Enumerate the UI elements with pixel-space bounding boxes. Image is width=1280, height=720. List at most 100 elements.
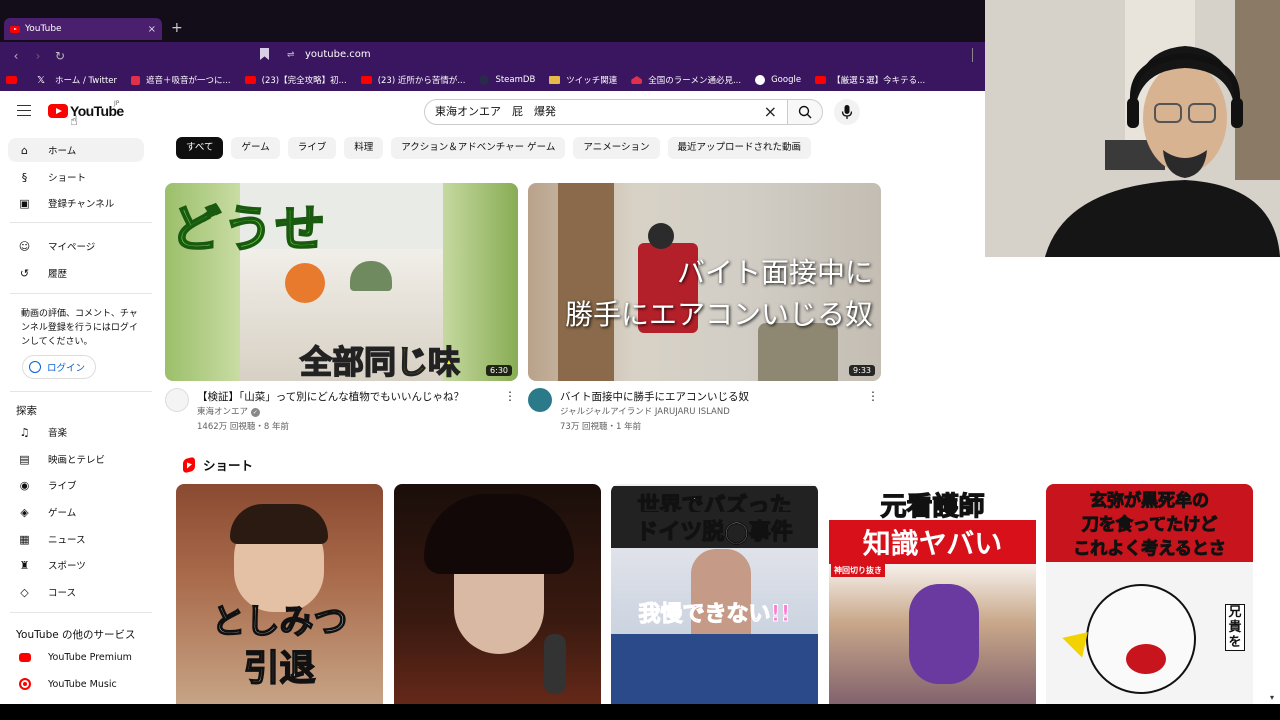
shorts-section-heading: ショート xyxy=(183,455,253,474)
channel-avatar[interactable] xyxy=(528,388,552,412)
more-services-heading: YouTube の他のサービス xyxy=(16,629,136,641)
short-card[interactable]: としみつ 引退 xyxy=(176,484,383,704)
search-query: 東海オンエア 屁 爆発 xyxy=(435,105,556,118)
back-icon[interactable]: ‹ xyxy=(10,49,22,63)
clear-search-icon[interactable]: × xyxy=(764,102,777,121)
bookmark-item[interactable]: Google xyxy=(755,75,801,85)
sidebar-item-news[interactable]: ▦ ニュース xyxy=(8,527,144,551)
chip-action-adventure[interactable]: アクション＆アドベンチャー ゲーム xyxy=(391,137,566,159)
youtube-premium-icon xyxy=(18,651,31,664)
more-options-icon[interactable]: ⋮ xyxy=(867,389,879,403)
account-icon: ☺ xyxy=(18,239,31,253)
bottom-bar xyxy=(0,704,1280,720)
video-thumbnail[interactable]: どうせ 全部同じ味 6:30 xyxy=(165,183,518,381)
reload-icon[interactable]: ↻ xyxy=(54,49,66,63)
video-thumbnail[interactable]: バイト面接中に 勝手にエアコンいじる奴 9:33 xyxy=(528,183,881,381)
sidebar-item-history[interactable]: ↺ 履歴 xyxy=(8,261,144,285)
chip-all[interactable]: すべて xyxy=(176,137,224,159)
short-caption: 知識ヤバい xyxy=(829,520,1036,564)
explore-heading: 探索 xyxy=(16,405,37,417)
search-icon xyxy=(798,105,812,119)
short-caption: 引退 xyxy=(243,647,317,690)
short-card[interactable]: 玄弥が黒死牟の 刀を食ってたけど これよく考えるとさ 兄貴を xyxy=(1046,484,1253,704)
signin-prompt: 動画の評価、コメント、チャンネル登録を行うにはログインしてください。 xyxy=(21,309,138,347)
sidebar-item-you[interactable]: ☺ マイページ xyxy=(8,234,144,258)
sidebar-item-gaming[interactable]: ◈ ゲーム xyxy=(8,500,144,524)
short-card[interactable] xyxy=(394,484,601,704)
site-info-icon[interactable]: ⇌ xyxy=(287,50,295,60)
more-options-icon[interactable]: ⋮ xyxy=(504,389,516,403)
channel-name[interactable]: 東海オンエア ✓ xyxy=(197,405,260,417)
sidebar-item-subscriptions[interactable]: ▣ 登録チャンネル xyxy=(8,191,144,215)
filter-chips: すべて ゲーム ライブ 料理 アクション＆アドベンチャー ゲーム アニメーション… xyxy=(176,137,819,159)
masthead: YouTube JP ☝ 東海オンエア 屁 爆発 × xyxy=(0,91,985,133)
bookmark-item[interactable]: 遮音＋吸音が一つに... xyxy=(131,74,231,86)
video-title[interactable]: バイト面接中に勝手にエアコンいじる奴 xyxy=(560,389,860,404)
channel-name[interactable]: ジャルジャルアイランド JARUJARU ISLAND xyxy=(560,405,730,417)
sidebar-item-live[interactable]: ◉ ライブ xyxy=(8,473,144,497)
thumb-person xyxy=(350,261,392,291)
video-card[interactable]: バイト面接中に 勝手にエアコンいじる奴 9:33 バイト面接中に勝手にエアコンい… xyxy=(528,183,881,435)
shorts-icon: § xyxy=(21,170,28,184)
scroll-down-icon[interactable]: ▾ xyxy=(1270,693,1274,702)
movies-icon: ▤ xyxy=(19,452,30,466)
live-icon: ◉ xyxy=(19,478,30,492)
youtube-icon xyxy=(244,76,256,84)
chip-cooking[interactable]: 料理 xyxy=(344,137,384,159)
bookmark-item[interactable]: 𝕏 ホーム / Twitter xyxy=(37,74,117,87)
tab-youtube[interactable]: YouTube × xyxy=(4,18,162,40)
forward-icon[interactable]: › xyxy=(32,49,44,63)
thumb-text: どうせ xyxy=(170,199,327,259)
chip-animation[interactable]: アニメーション xyxy=(573,137,660,159)
menu-icon[interactable] xyxy=(17,105,31,116)
voice-search-button[interactable] xyxy=(834,99,860,125)
bookmark-icon[interactable] xyxy=(260,48,269,60)
thumb-door xyxy=(558,183,614,381)
new-tab-button[interactable]: + xyxy=(171,20,183,36)
thumb-person xyxy=(648,223,674,249)
login-button[interactable]: ログイン xyxy=(22,355,96,379)
bookmark-item[interactable]: (23)【完全攻略】初... xyxy=(244,74,347,86)
channel-avatar[interactable] xyxy=(165,388,189,412)
bookmark-item[interactable]: (23) 近所から苦情が... xyxy=(360,74,465,86)
search-input[interactable]: 東海オンエア 屁 爆発 × xyxy=(424,99,788,125)
bookmark-item[interactable]: 全国のラーメン通必見... xyxy=(631,74,741,86)
short-caption: 元看護師 xyxy=(880,491,985,522)
bookmark-item[interactable]: 【厳選５選】今キテる... xyxy=(815,74,925,86)
address-bar[interactable]: youtube.com xyxy=(305,49,371,60)
search-button[interactable] xyxy=(787,99,823,125)
thumb-text: バイト面接中に xyxy=(676,256,873,289)
thumb-text: 勝手にエアコンいじる奴 xyxy=(564,298,873,331)
red-icon xyxy=(131,75,141,85)
bookmark-item[interactable]: ツイッチ関連 xyxy=(549,74,617,86)
youtube-icon xyxy=(6,76,17,84)
sidebar-item-movies[interactable]: ▤ 映画とテレビ xyxy=(8,447,144,471)
video-card[interactable]: どうせ 全部同じ味 6:30 【検証】「山菜」って別にどんな植物でもいいんじゃね… xyxy=(165,183,518,435)
gaming-icon: ◈ xyxy=(20,505,29,519)
bookmark-item[interactable]: SteamDB xyxy=(479,75,535,85)
short-card[interactable]: 元看護師 知識ヤバい 神回切り抜き xyxy=(829,484,1036,704)
sidebar-item-courses[interactable]: ◇ コース xyxy=(8,580,144,604)
bookmarks-bar: 𝕏 ホーム / Twitter 遮音＋吸音が一つに... (23)【完全攻略】初.… xyxy=(0,69,985,91)
steam-icon xyxy=(479,75,490,85)
chip-game[interactable]: ゲーム xyxy=(231,137,280,159)
person-icon xyxy=(29,361,41,373)
chip-recently-uploaded[interactable]: 最近アップロードされた動画 xyxy=(667,137,812,159)
short-card[interactable]: 世界でバズった ドイツ脱◯事件 我慢できない!! xyxy=(611,484,818,704)
webcam-overlay xyxy=(985,0,1280,257)
verified-icon: ✓ xyxy=(250,408,260,417)
short-caption: ドイツ脱◯事件 xyxy=(611,512,818,548)
sidebar-item-shorts[interactable]: § ショート xyxy=(8,165,144,189)
tab-close-icon[interactable]: × xyxy=(148,24,156,35)
chip-live[interactable]: ライブ xyxy=(287,137,337,159)
sidebar-item-home[interactable]: ⌂ ホーム xyxy=(8,138,144,162)
sidebar-item-youtube-premium[interactable]: YouTube Premium xyxy=(8,645,144,669)
sidebar-item-youtube-music[interactable]: YouTube Music xyxy=(8,672,144,696)
trophy-icon: ♜ xyxy=(19,558,30,572)
youtube-logo[interactable]: YouTube xyxy=(48,103,124,119)
sidebar-item-music[interactable]: ♫ 音楽 xyxy=(8,420,144,444)
video-title[interactable]: 【検証】「山菜」って別にどんな植物でもいいんじゃね？ xyxy=(197,389,497,404)
youtube-logo-icon xyxy=(48,104,68,118)
bookmark-item[interactable] xyxy=(6,76,23,84)
sidebar-item-sports[interactable]: ♜ スポーツ xyxy=(8,553,144,577)
